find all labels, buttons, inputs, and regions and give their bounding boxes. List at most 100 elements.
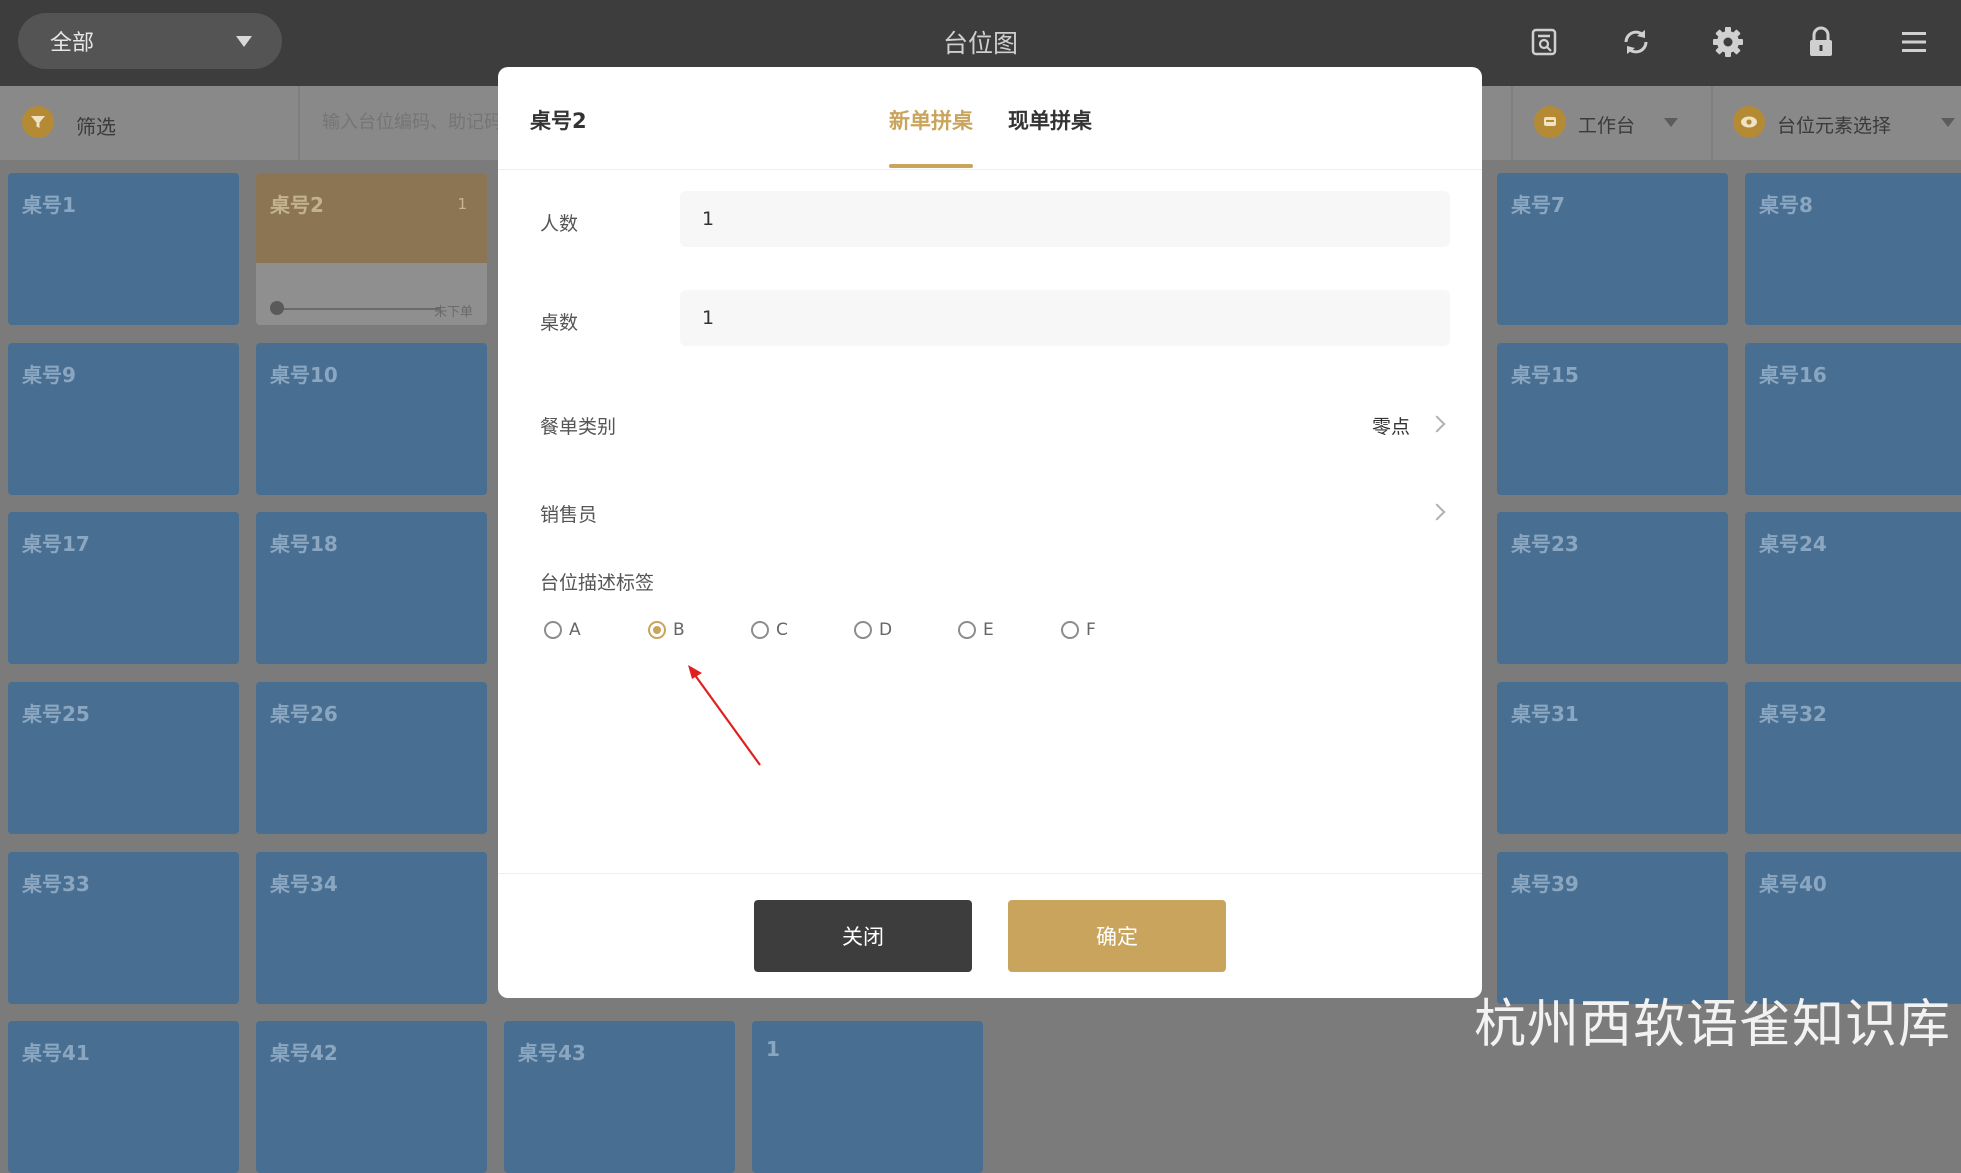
table-name: 桌号9 (22, 363, 76, 387)
order-status: 未下单 (433, 305, 473, 320)
radio-circle (1061, 621, 1079, 639)
footer-divider (498, 873, 1482, 874)
radio-circle (854, 621, 872, 639)
table-tile[interactable]: 桌号25 (8, 682, 239, 834)
table-tile[interactable]: 桌号31 (1497, 682, 1728, 834)
chevron-down-icon[interactable] (1941, 118, 1955, 127)
eye-icon[interactable] (1733, 106, 1765, 138)
table-tile[interactable]: 桌号7 (1497, 173, 1728, 325)
table-name: 桌号33 (22, 872, 90, 896)
table-tile[interactable]: 桌号42 (256, 1021, 487, 1173)
tag-radio-c[interactable]: C (751, 620, 788, 640)
tables-count-input[interactable] (680, 290, 1450, 346)
tables-count-label: 桌数 (540, 312, 579, 334)
tab-existing-order-merge[interactable]: 现单拼桌 (1008, 105, 1092, 135)
table-name: 桌号17 (22, 532, 90, 556)
table-tile[interactable]: 桌号17 (8, 512, 239, 664)
refresh-icon[interactable] (1614, 20, 1658, 64)
merge-table-dialog: 桌号2 新单拼桌 现单拼桌 人数 桌数 餐单类别 零点 销售员 台位描述标签 A… (498, 67, 1482, 998)
table-name: 桌号34 (270, 872, 338, 896)
tag-radio-b[interactable]: B (648, 620, 685, 640)
tile-header (256, 173, 487, 263)
status-dot (270, 301, 284, 315)
tab-new-order-merge[interactable]: 新单拼桌 (889, 105, 973, 135)
table-name: 桌号32 (1759, 702, 1827, 726)
table-tile[interactable]: 桌号15 (1497, 343, 1728, 495)
table-name: 桌号18 (270, 532, 338, 556)
table-tile[interactable]: 桌号34 (256, 852, 487, 1004)
radio-label: C (776, 620, 788, 640)
chevron-right-icon[interactable] (1428, 415, 1446, 433)
table-tile[interactable]: 桌号24 (1745, 512, 1961, 664)
table-tile[interactable]: 桌号16 (1745, 343, 1961, 495)
table-name: 桌号41 (22, 1041, 90, 1065)
radio-circle (648, 621, 666, 639)
dialog-header: 桌号2 新单拼桌 现单拼桌 (498, 67, 1482, 170)
tag-label: 台位描述标签 (540, 572, 655, 594)
table-tile[interactable]: 桌号10 (256, 343, 487, 495)
filter-icon[interactable] (22, 106, 54, 138)
table-tile[interactable]: 桌号23 (1497, 512, 1728, 664)
table-tile[interactable]: 桌号1 (8, 173, 239, 325)
table-name: 桌号43 (518, 1041, 586, 1065)
tag-radio-e[interactable]: E (958, 620, 994, 640)
radio-label: E (983, 620, 994, 640)
chevron-right-icon[interactable] (1428, 503, 1446, 521)
radio-label: A (569, 620, 581, 640)
table-name: 桌号39 (1511, 872, 1579, 896)
gear-icon[interactable] (1706, 20, 1750, 64)
element-select-label[interactable]: 台位元素选择 (1777, 111, 1891, 138)
table-tile[interactable]: 桌号41 (8, 1021, 239, 1173)
table-name: 桌号25 (22, 702, 90, 726)
guests-input[interactable] (680, 191, 1450, 247)
table-tile[interactable]: 桌号32 (1745, 682, 1961, 834)
table-tile[interactable]: 桌号26 (256, 682, 487, 834)
radio-label: F (1086, 620, 1096, 640)
close-button[interactable]: 关闭 (754, 900, 972, 972)
tag-radio-f[interactable]: F (1061, 620, 1096, 640)
active-tab-indicator (889, 164, 973, 168)
confirm-button[interactable]: 确定 (1008, 900, 1226, 972)
dialog-table-name: 桌号2 (530, 109, 587, 133)
search-doc-icon[interactable] (1522, 20, 1566, 64)
chevron-down-icon[interactable] (1664, 118, 1678, 127)
guests-label: 人数 (540, 213, 579, 235)
workbench-label[interactable]: 工作台 (1578, 111, 1635, 138)
table-name: 桌号16 (1759, 363, 1827, 387)
watermark: 杭州西软语雀知识库 (1473, 995, 1951, 1055)
progress-line (280, 308, 440, 310)
table-tile[interactable]: 桌号18 (256, 512, 487, 664)
tag-radio-d[interactable]: D (854, 620, 892, 640)
lock-icon[interactable] (1799, 20, 1843, 64)
table-tile[interactable]: 桌号9 (8, 343, 239, 495)
table-name: 1 (766, 1037, 780, 1061)
radio-circle (751, 621, 769, 639)
table-name: 桌号8 (1759, 193, 1813, 217)
salesperson-label[interactable]: 销售员 (540, 500, 597, 527)
divider (1711, 86, 1713, 160)
radio-label: D (879, 620, 893, 640)
filter-label[interactable]: 筛选 (76, 111, 116, 140)
radio-circle (544, 621, 562, 639)
tag-radio-a[interactable]: A (544, 620, 581, 640)
menu-icon[interactable] (1892, 20, 1936, 64)
menu-category-label[interactable]: 餐单类别 (540, 412, 616, 439)
table-tile[interactable]: 桌号43 (504, 1021, 735, 1173)
table-tile[interactable]: 桌号33 (8, 852, 239, 1004)
table-tile[interactable]: 桌号8 (1745, 173, 1961, 325)
table-name: 桌号2 (270, 193, 324, 217)
table-name: 桌号10 (270, 363, 338, 387)
table-name: 桌号1 (22, 193, 76, 217)
divider (1511, 86, 1513, 160)
table-name: 桌号40 (1759, 872, 1827, 896)
table-tile[interactable]: 1 (752, 1021, 983, 1173)
table-name: 桌号23 (1511, 532, 1579, 556)
menu-category-value[interactable]: 零点 (1372, 412, 1410, 439)
radio-label: B (673, 620, 685, 640)
table-tile-occupied[interactable]: 桌号2 1 未下单 (256, 173, 487, 325)
workbench-icon[interactable] (1534, 106, 1566, 138)
table-name: 桌号31 (1511, 702, 1579, 726)
table-name: 桌号15 (1511, 363, 1579, 387)
radio-circle (958, 621, 976, 639)
page-title: 台位图 (942, 29, 1018, 58)
